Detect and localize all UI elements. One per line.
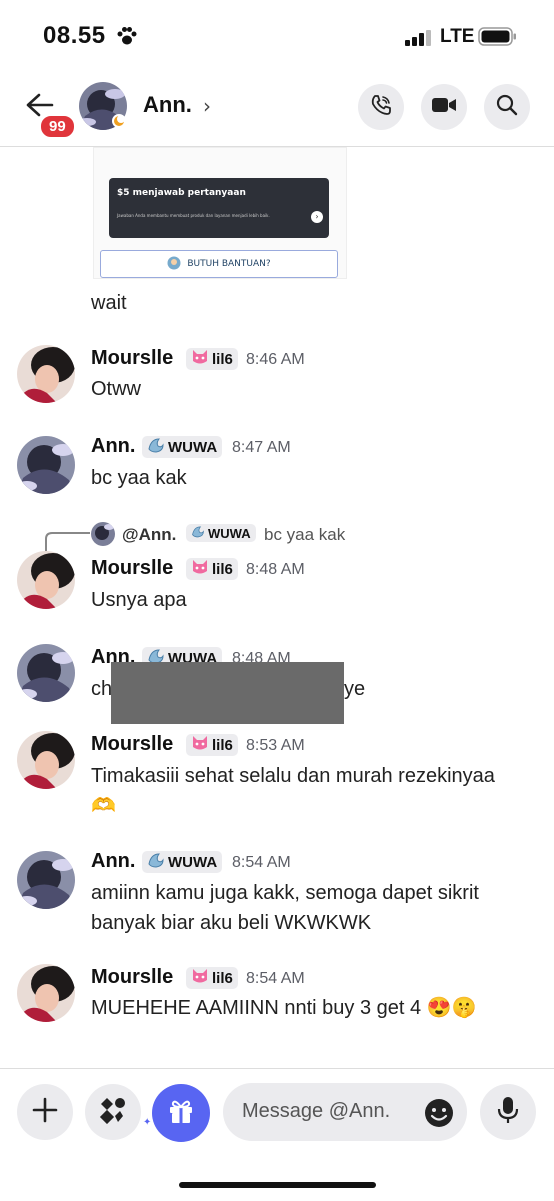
reply-preview[interactable]: bc yaa kak <box>264 525 345 545</box>
wave-icon <box>191 525 205 541</box>
message-text: Usnya apa <box>91 589 187 611</box>
cat-icon <box>191 968 209 988</box>
message-author[interactable]: Mourslle <box>91 347 173 370</box>
status-time: 08.55 <box>43 22 106 49</box>
message-text-start: ch <box>91 678 113 700</box>
search-button[interactable] <box>484 84 530 130</box>
message-timestamp: 8:47 AM <box>232 439 291 456</box>
emoji-picker-icon[interactable] <box>423 1097 455 1133</box>
microphone-icon <box>496 1096 520 1128</box>
message-author[interactable]: Mourslle <box>91 557 173 580</box>
unread-badge: 99 <box>39 114 76 139</box>
guild-tag[interactable]: lil6 <box>186 348 238 370</box>
header-username[interactable]: Ann. <box>143 92 192 118</box>
arrow-right-icon: › <box>311 211 323 223</box>
apps-icon <box>99 1096 127 1128</box>
avatar[interactable] <box>17 851 75 909</box>
voice-message-button[interactable] <box>480 1084 536 1140</box>
guild-tag-label: WUWA <box>168 438 218 456</box>
message-input-placeholder: Message @Ann. <box>242 1100 391 1122</box>
message-text: wait <box>91 292 127 314</box>
reply-guild-tag: WUWA <box>186 524 256 542</box>
voice-call-button[interactable] <box>358 84 404 130</box>
reply-line <box>45 532 90 553</box>
help-button-label: BUTUH BANTUAN? <box>187 259 271 269</box>
cat-icon <box>191 349 209 369</box>
guild-tag[interactable]: lil6 <box>186 734 238 756</box>
guild-tag-label: lil6 <box>212 969 233 987</box>
guild-tag-label: lil6 <box>212 736 233 754</box>
message-timestamp: 8:53 AM <box>246 737 305 754</box>
reply-avatar <box>91 522 115 546</box>
message-list[interactable]: $5 menjawab pertanyaan Jawaban Anda memb… <box>0 147 554 1067</box>
video-call-button[interactable] <box>421 84 467 130</box>
gift-icon <box>167 1097 195 1129</box>
avatar[interactable] <box>17 551 75 609</box>
sparkle-icon: ✦ <box>143 1117 152 1128</box>
avatar[interactable] <box>17 644 75 702</box>
message-author[interactable]: Ann. <box>91 435 135 458</box>
search-icon <box>496 94 518 120</box>
reply-author[interactable]: @Ann. <box>122 525 176 545</box>
avatar[interactable] <box>17 345 75 403</box>
chat-header: 99 Ann. › <box>0 70 554 147</box>
guild-tag[interactable]: lil6 <box>186 967 238 989</box>
message-text: bc yaa kak <box>91 467 187 489</box>
cat-icon <box>191 735 209 755</box>
embedded-image[interactable]: $5 menjawab pertanyaan Jawaban Anda memb… <box>93 147 347 279</box>
guild-tag-label: lil6 <box>212 560 233 578</box>
promo-subtitle: Jawaban Anda membantu membuat produk dan… <box>117 213 270 218</box>
message-emoji: 🫶 <box>91 795 116 817</box>
message-timestamp: 8:48 AM <box>246 561 305 578</box>
wave-icon <box>147 852 165 872</box>
avatar[interactable] <box>79 82 127 130</box>
message-timestamp: 8:46 AM <box>246 351 305 368</box>
message-author[interactable]: Mourslle <box>91 966 173 989</box>
wave-icon <box>147 437 165 457</box>
cat-icon <box>191 559 209 579</box>
redaction-box <box>111 662 344 724</box>
help-button: BUTUH BANTUAN? <box>100 250 338 278</box>
message-input[interactable]: Message @Ann. <box>223 1083 467 1141</box>
avatar[interactable] <box>17 964 75 1022</box>
paw-icon <box>116 26 138 50</box>
message-text: MUEHEHE AAMIINN nnti buy 3 get 4 😍🤫 <box>91 997 477 1019</box>
avatar[interactable] <box>17 436 75 494</box>
message-composer: ✦ Message @Ann. <box>0 1068 554 1201</box>
chevron-right-icon[interactable]: › <box>203 94 211 118</box>
apps-button[interactable] <box>85 1084 141 1140</box>
guild-tag[interactable]: WUWA <box>142 851 223 873</box>
avatar[interactable] <box>17 731 75 789</box>
message-text: Otww <box>91 378 141 400</box>
guild-tag-label: WUWA <box>168 853 218 871</box>
video-camera-icon <box>431 95 457 119</box>
status-bar: 08.55 LTE <box>0 0 554 70</box>
guild-tag[interactable]: WUWA <box>142 436 223 458</box>
message-text: Timakasiii sehat selalu dan murah rezeki… <box>91 765 495 787</box>
message-timestamp: 8:54 AM <box>232 854 291 871</box>
guild-tag[interactable]: lil6 <box>186 558 238 580</box>
message-author[interactable]: Mourslle <box>91 733 173 756</box>
help-avatar-icon <box>167 256 181 273</box>
promo-title: $5 menjawab pertanyaan <box>117 188 246 198</box>
add-attachment-button[interactable] <box>17 1084 73 1140</box>
guild-tag-label: WUWA <box>208 525 251 541</box>
phone-icon <box>369 93 393 121</box>
gift-button[interactable] <box>152 1084 210 1142</box>
guild-tag-label: lil6 <box>212 350 233 368</box>
promo-banner: $5 menjawab pertanyaan Jawaban Anda memb… <box>109 178 329 238</box>
network-label: LTE <box>440 26 475 47</box>
message-text-end: ye <box>344 678 366 700</box>
signal-icon <box>405 30 435 50</box>
home-indicator <box>179 1182 376 1188</box>
plus-icon <box>32 1097 58 1127</box>
message-author[interactable]: Ann. <box>91 850 135 873</box>
battery-icon <box>478 27 518 51</box>
message-text: amiinn kamu juga kakk, semoga dapet sikr… <box>91 882 479 934</box>
message-timestamp: 8:54 AM <box>246 970 305 987</box>
